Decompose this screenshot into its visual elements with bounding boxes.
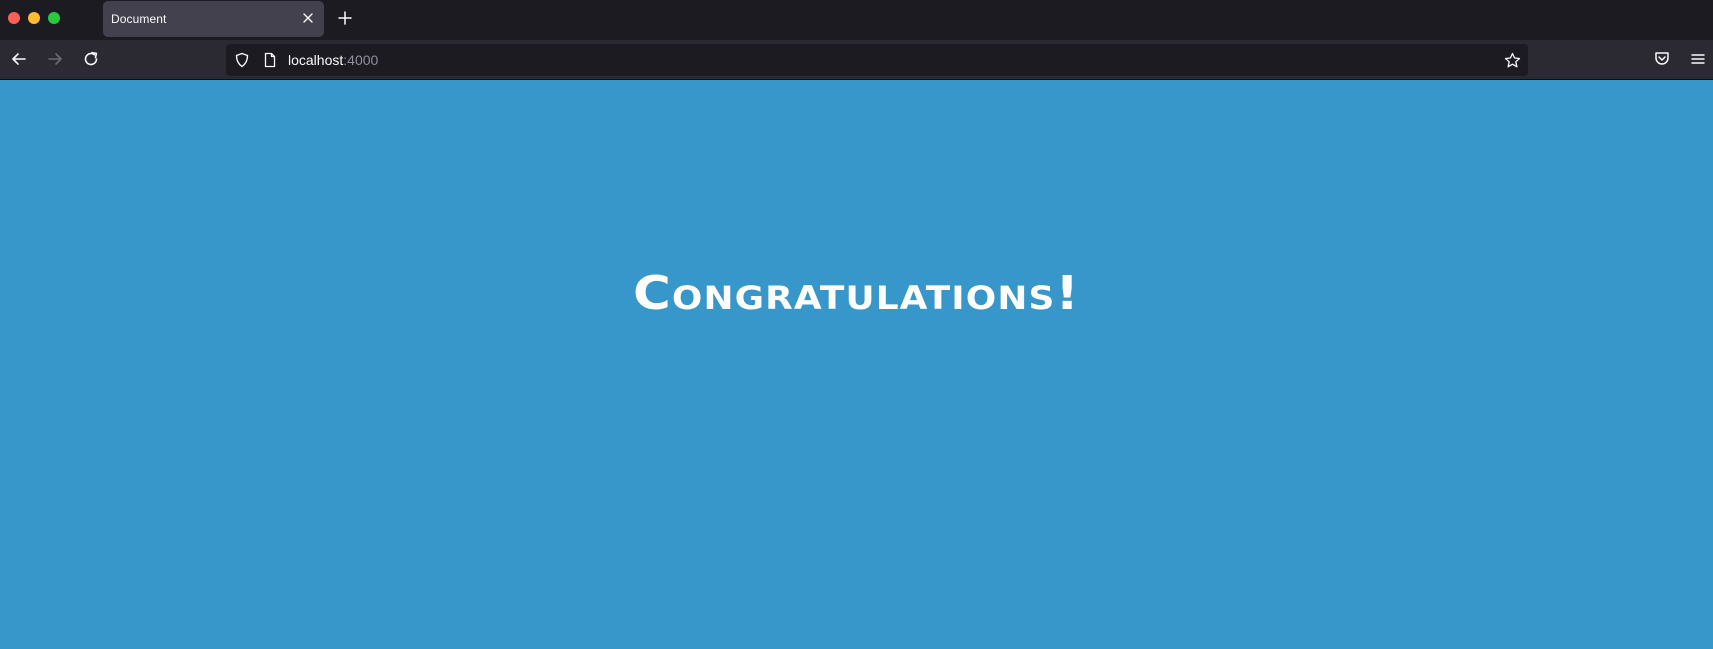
url-text[interactable]: localhost:4000 xyxy=(288,52,378,68)
url-port: :4000 xyxy=(343,52,379,68)
page-icon[interactable] xyxy=(262,52,278,68)
window-minimize-button[interactable] xyxy=(28,12,40,24)
back-arrow-icon[interactable] xyxy=(10,50,28,68)
shield-icon[interactable] xyxy=(234,52,250,68)
navigation-toolbar: localhost:4000 xyxy=(0,40,1713,80)
window-close-button[interactable] xyxy=(8,12,20,24)
window-maximize-button[interactable] xyxy=(48,12,60,24)
plus-icon[interactable] xyxy=(337,10,353,26)
browser-window: Document localhost:4000 Congratulations! xyxy=(0,0,1713,649)
url-host: localhost xyxy=(288,52,344,68)
forward-arrow-icon[interactable] xyxy=(46,50,64,68)
hamburger-menu-icon[interactable] xyxy=(1690,51,1706,67)
star-icon[interactable] xyxy=(1504,52,1521,69)
tab-title: Document xyxy=(111,12,167,26)
close-icon[interactable] xyxy=(300,10,316,26)
tab-document[interactable]: Document xyxy=(103,1,324,37)
url-bar[interactable]: localhost:4000 xyxy=(226,44,1528,76)
reload-icon[interactable] xyxy=(82,50,100,68)
page-headline: Congratulations! xyxy=(632,266,1081,320)
tab-strip: Document xyxy=(0,0,1713,37)
pocket-icon[interactable] xyxy=(1653,50,1671,68)
page-content: Congratulations! xyxy=(0,80,1713,649)
